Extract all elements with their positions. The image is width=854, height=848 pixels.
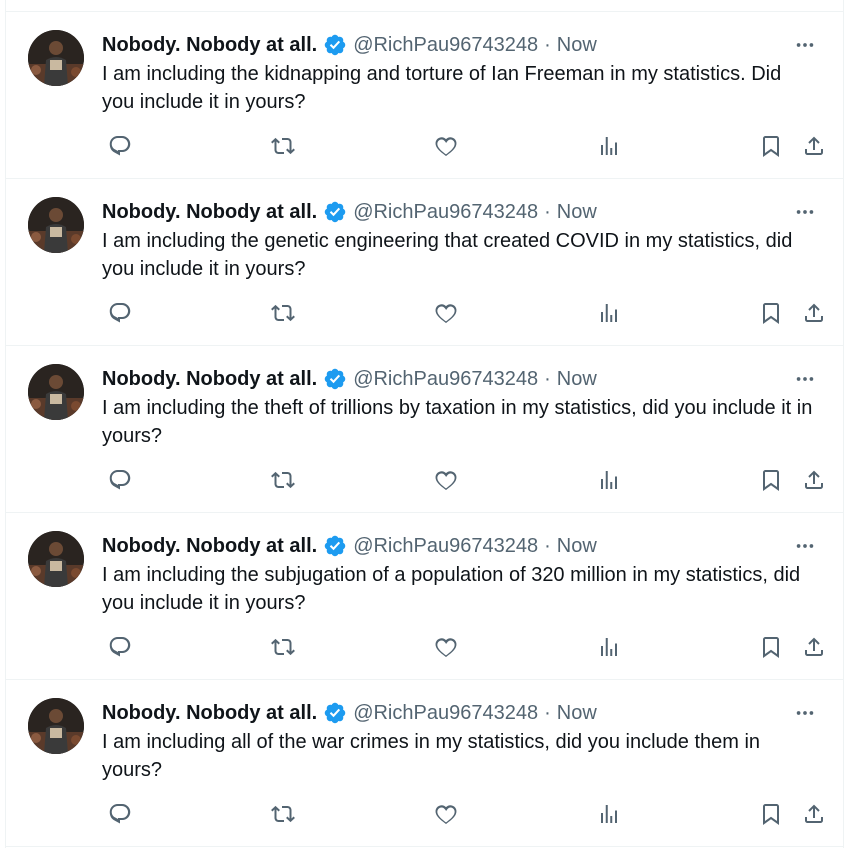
more-icon[interactable] — [791, 365, 819, 393]
tweet[interactable]: Nobody. Nobody at all. @RichPau96743248 … — [6, 513, 843, 680]
tweet-header: Nobody. Nobody at all. @RichPau96743248 … — [102, 31, 819, 59]
author-name[interactable]: Nobody. Nobody at all. — [102, 368, 317, 391]
share-icon[interactable] — [800, 466, 828, 494]
avatar[interactable] — [28, 698, 84, 754]
verified-badge-icon — [323, 367, 347, 391]
verified-badge-icon — [323, 534, 347, 558]
retweet-icon[interactable] — [269, 633, 297, 661]
verified-badge-icon — [323, 33, 347, 57]
action-bar — [102, 132, 823, 162]
avatar[interactable] — [28, 531, 84, 587]
like-icon[interactable] — [432, 633, 460, 661]
retweet-icon[interactable] — [269, 132, 297, 160]
tweet-text: I am including the genetic engineering t… — [102, 230, 793, 280]
share-icon[interactable] — [800, 800, 828, 828]
action-bar — [102, 299, 823, 329]
timestamp[interactable]: Now — [557, 368, 597, 391]
bookmark-icon[interactable] — [757, 800, 785, 828]
author-name[interactable]: Nobody. Nobody at all. — [102, 201, 317, 224]
separator: · — [544, 534, 551, 557]
views-icon[interactable] — [595, 466, 623, 494]
more-icon[interactable] — [791, 532, 819, 560]
tweet[interactable]: Nobody. Nobody at all. @RichPau96743248 … — [6, 12, 843, 179]
like-icon[interactable] — [432, 800, 460, 828]
like-icon[interactable] — [432, 299, 460, 327]
author-handle[interactable]: @RichPau96743248 — [353, 535, 538, 558]
avatar[interactable] — [28, 30, 84, 86]
like-icon[interactable] — [432, 466, 460, 494]
timestamp[interactable]: Now — [557, 34, 597, 57]
verified-badge-icon — [323, 200, 347, 224]
retweet-icon[interactable] — [269, 299, 297, 327]
tweet-header: Nobody. Nobody at all. @RichPau96743248 … — [102, 532, 819, 560]
author-name[interactable]: Nobody. Nobody at all. — [102, 702, 317, 725]
like-icon[interactable] — [432, 132, 460, 160]
author-handle[interactable]: @RichPau96743248 — [353, 201, 538, 224]
retweet-icon[interactable] — [269, 466, 297, 494]
share-icon[interactable] — [800, 299, 828, 327]
reply-icon[interactable] — [106, 299, 134, 327]
reply-icon[interactable] — [106, 633, 134, 661]
reply-icon[interactable] — [106, 800, 134, 828]
bookmark-icon[interactable] — [757, 132, 785, 160]
tweet-text: I am including the subjugation of a popu… — [102, 564, 801, 614]
timeline: Nobody. Nobody at all. @RichPau96743248 … — [5, 0, 844, 848]
bookmark-icon[interactable] — [757, 466, 785, 494]
more-icon[interactable] — [791, 699, 819, 727]
share-icon[interactable] — [800, 633, 828, 661]
author-handle[interactable]: @RichPau96743248 — [353, 368, 538, 391]
tweet-text: I am including the kidnapping and tortur… — [102, 63, 782, 113]
reply-icon[interactable] — [106, 132, 134, 160]
tweet[interactable]: Nobody. Nobody at all. @RichPau96743248 … — [6, 346, 843, 513]
timestamp[interactable]: Now — [557, 702, 597, 725]
author-handle[interactable]: @RichPau96743248 — [353, 702, 538, 725]
verified-badge-icon — [323, 701, 347, 725]
more-icon[interactable] — [791, 198, 819, 226]
separator: · — [544, 367, 551, 390]
separator: · — [544, 200, 551, 223]
views-icon[interactable] — [595, 299, 623, 327]
action-bar — [102, 633, 823, 663]
views-icon[interactable] — [595, 132, 623, 160]
separator: · — [544, 701, 551, 724]
tweet[interactable]: Nobody. Nobody at all. @RichPau96743248 … — [6, 179, 843, 346]
avatar[interactable] — [28, 364, 84, 420]
bookmark-icon[interactable] — [757, 299, 785, 327]
timestamp[interactable]: Now — [557, 201, 597, 224]
separator: · — [544, 33, 551, 56]
tweet-header: Nobody. Nobody at all. @RichPau96743248 … — [102, 365, 819, 393]
tweet-text: I am including all of the war crimes in … — [102, 731, 761, 781]
tweet[interactable]: Nobody. Nobody at all. @RichPau96743248 … — [6, 680, 843, 847]
more-icon[interactable] — [791, 31, 819, 59]
views-icon[interactable] — [595, 800, 623, 828]
tweet-header: Nobody. Nobody at all. @RichPau96743248 … — [102, 198, 819, 226]
action-bar — [102, 466, 823, 496]
reply-icon[interactable] — [106, 466, 134, 494]
timestamp[interactable]: Now — [557, 535, 597, 558]
author-name[interactable]: Nobody. Nobody at all. — [102, 34, 317, 57]
action-bar — [102, 800, 823, 830]
tweet-header: Nobody. Nobody at all. @RichPau96743248 … — [102, 699, 819, 727]
share-icon[interactable] — [800, 132, 828, 160]
tweet-text: I am including the theft of trillions by… — [102, 397, 813, 447]
author-handle[interactable]: @RichPau96743248 — [353, 34, 538, 57]
views-icon[interactable] — [595, 633, 623, 661]
author-name[interactable]: Nobody. Nobody at all. — [102, 535, 317, 558]
retweet-icon[interactable] — [269, 800, 297, 828]
bookmark-icon[interactable] — [757, 633, 785, 661]
avatar[interactable] — [28, 197, 84, 253]
